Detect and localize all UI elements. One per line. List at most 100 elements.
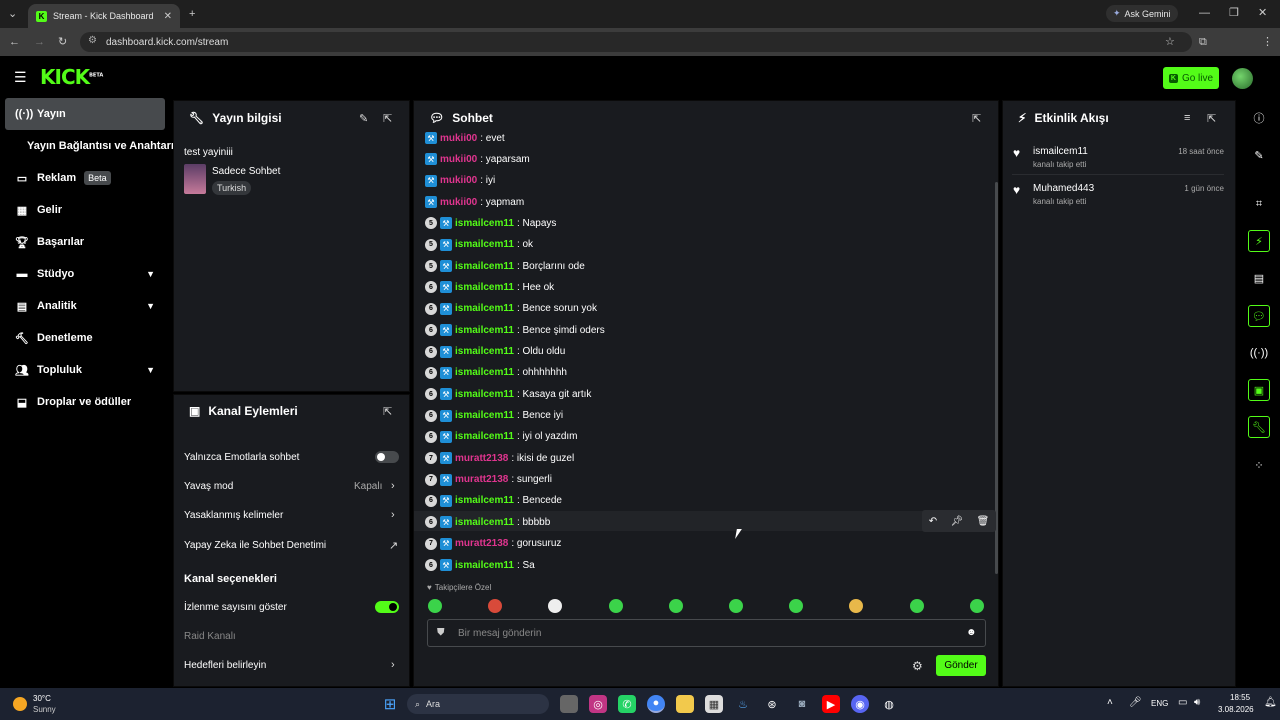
filter-icon[interactable]: ≡ bbox=[1184, 112, 1190, 124]
popout-icon[interactable]: ⇱ bbox=[1207, 112, 1216, 125]
chat-username[interactable]: muratt2138 bbox=[455, 453, 508, 464]
chat-username[interactable]: ismailcem11 bbox=[455, 495, 514, 506]
chat-username[interactable]: ismailcem11 bbox=[455, 303, 514, 314]
chat-username[interactable]: mukii00 bbox=[440, 154, 477, 165]
chat-username[interactable]: ismailcem11 bbox=[455, 218, 514, 229]
task-view-icon[interactable] bbox=[560, 695, 578, 713]
volume-icon[interactable]: 🔊︎ bbox=[1194, 697, 1200, 708]
taskbar-search[interactable]: ⌕ Ara bbox=[407, 694, 549, 714]
chat-message[interactable]: 7 ⚒ muratt2138: gorusuruz bbox=[425, 535, 561, 553]
chat-username[interactable]: ismailcem11 bbox=[455, 325, 514, 336]
notifications-icon[interactable]: 🔔︎ bbox=[1264, 697, 1277, 708]
chatgpt-icon[interactable]: ⊛ bbox=[763, 695, 781, 713]
url-field[interactable]: ⚙ dashboard.kick.com/stream bbox=[80, 32, 1192, 52]
chrome-icon[interactable]: ● bbox=[647, 695, 665, 713]
chat-message[interactable]: ⚒ mukii00: evet bbox=[425, 130, 505, 147]
chat-username[interactable]: mukii00 bbox=[440, 133, 477, 144]
new-tab-icon[interactable]: + bbox=[189, 7, 195, 21]
emote-icon[interactable] bbox=[729, 599, 743, 613]
chevron-right-icon[interactable]: › bbox=[391, 480, 395, 492]
external-link-icon[interactable]: ↗ bbox=[389, 539, 398, 552]
store-icon[interactable]: ▦ bbox=[705, 695, 723, 713]
window-close-icon[interactable]: ✕ bbox=[1258, 6, 1267, 20]
chat-settings-gear-icon[interactable]: ⚙ bbox=[912, 659, 923, 673]
send-button[interactable]: Gönder bbox=[936, 655, 986, 676]
chat-message[interactable]: ⚒ mukii00: iyi bbox=[425, 172, 495, 190]
tray-chevron-up-icon[interactable]: ˄ bbox=[1107, 697, 1113, 708]
microphone-icon[interactable]: 🎤︎ bbox=[1129, 697, 1142, 708]
activity-toggle-icon[interactable]: ⚡︎ bbox=[1248, 230, 1270, 252]
clock-date[interactable]: 3.08.2026 bbox=[1218, 705, 1254, 714]
chat-username[interactable]: ismailcem11 bbox=[455, 517, 514, 528]
chat-message[interactable]: 7 ⚒ muratt2138: sungerli bbox=[425, 471, 552, 489]
chat-username[interactable]: ismailcem11 bbox=[455, 560, 514, 571]
steam-icon[interactable]: ♨ bbox=[734, 695, 752, 713]
kick-logo[interactable]: KICKBETA bbox=[40, 65, 103, 89]
ai-moderation-label[interactable]: Yapay Zeka ile Sohbet Denetimi bbox=[184, 540, 326, 551]
chat-username[interactable]: ismailcem11 bbox=[455, 410, 514, 421]
hamburger-menu-icon[interactable]: ☰ bbox=[14, 69, 27, 86]
set-goals-label[interactable]: Hedefleri belirleyin bbox=[184, 660, 266, 671]
edit-icon[interactable]: ✎ bbox=[1248, 144, 1270, 166]
chat-message[interactable]: 5 ⚒ ismailcem11: Borçlarını ode bbox=[425, 257, 585, 275]
chat-message[interactable]: 6 ⚒ ismailcem11: Bencede bbox=[425, 492, 562, 510]
network-icon[interactable]: ▭ bbox=[1178, 697, 1187, 708]
bookmark-star-icon[interactable]: ☆ bbox=[1165, 35, 1175, 49]
chat-message[interactable]: 5 ⚒ ismailcem11: ok bbox=[425, 236, 533, 254]
sidebar-item-yayin[interactable]: ((·)) Yayın bbox=[5, 98, 165, 130]
sidebar-item-topluluk[interactable]: 👥︎ Topluluk ▼ bbox=[5, 354, 165, 386]
instagram-icon[interactable]: ◎ bbox=[589, 695, 607, 713]
sidebar-item-gelir[interactable]: ▦ Gelir bbox=[5, 194, 165, 226]
chevron-right-icon[interactable]: › bbox=[391, 659, 395, 671]
reply-icon[interactable]: ↶ bbox=[929, 516, 937, 527]
browser-menu-icon[interactable]: ⋮ bbox=[1262, 35, 1273, 49]
reload-icon[interactable]: ↻ bbox=[58, 35, 67, 49]
chat-message[interactable]: ⚒ mukii00: yapmam bbox=[425, 193, 524, 211]
popout-icon[interactable]: ⇱ bbox=[383, 405, 392, 418]
chat-message[interactable]: 6 ⚒ ismailcem11: Oldu oldu bbox=[425, 343, 565, 361]
info-icon[interactable]: ⓘ bbox=[1248, 107, 1270, 129]
chat-username[interactable]: mukii00 bbox=[440, 197, 477, 208]
show-viewer-count-toggle[interactable] bbox=[375, 601, 399, 613]
sidebar-item-basarilar[interactable]: 🏆︎ Başarılar bbox=[5, 226, 165, 258]
whatsapp-icon[interactable]: ✆ bbox=[618, 695, 636, 713]
chat-message[interactable]: 6 ⚒ ismailcem11: Hee ok bbox=[425, 278, 554, 296]
sidebar-item-denetleme[interactable]: 🔨︎ Denetleme bbox=[5, 322, 165, 354]
chat-username[interactable]: muratt2138 bbox=[455, 474, 508, 485]
chat-username[interactable]: ismailcem11 bbox=[455, 282, 514, 293]
chat-username[interactable]: ismailcem11 bbox=[455, 389, 514, 400]
chat-username[interactable]: ismailcem11 bbox=[455, 431, 514, 442]
delete-icon[interactable]: 🗑︎ bbox=[977, 516, 990, 527]
pin-icon[interactable]: 📌︎ bbox=[950, 516, 963, 527]
emote-icon[interactable] bbox=[608, 599, 623, 613]
chat-message[interactable]: 7 ⚒ muratt2138: ikisi de guzel bbox=[425, 449, 574, 467]
stream-info-toggle-icon[interactable]: 🔧︎ bbox=[1248, 416, 1270, 438]
activity-user[interactable]: ismailcem11 bbox=[1033, 146, 1088, 157]
chat-username[interactable]: ismailcem11 bbox=[455, 367, 514, 378]
chat-username[interactable]: ismailcem11 bbox=[455, 346, 514, 357]
windows-start-icon[interactable]: ⊞ bbox=[381, 695, 399, 713]
browser-tab[interactable]: K Stream - Kick Dashboard ✕ bbox=[28, 4, 180, 28]
chat-username[interactable]: ismailcem11 bbox=[455, 261, 514, 272]
sidebar-item-stream-key[interactable]: Yayın Bağlantısı ve Anahtarı bbox=[5, 130, 174, 162]
obs-icon[interactable]: ◍ bbox=[880, 695, 898, 713]
sun-weather-icon[interactable] bbox=[13, 697, 27, 711]
notes-icon[interactable]: ▤ bbox=[1248, 267, 1270, 289]
sidebar-item-reklam[interactable]: ▭ Reklam Beta bbox=[5, 162, 165, 194]
chat-message[interactable]: 6 ⚒ ismailcem11: iyi ol yazdım bbox=[425, 428, 578, 446]
minimize-icon[interactable]: — bbox=[1199, 6, 1210, 20]
chat-message[interactable]: 6 ⚒ ismailcem11: bbbbb bbox=[425, 513, 550, 531]
chevron-right-icon[interactable]: › bbox=[391, 509, 395, 521]
emoji-picker-icon[interactable]: ☻ bbox=[966, 627, 977, 638]
slow-mode-value[interactable]: Kapalı bbox=[354, 481, 382, 492]
chat-username[interactable]: mukii00 bbox=[440, 175, 477, 186]
user-avatar[interactable] bbox=[1232, 68, 1253, 89]
extensions-icon[interactable]: ⧉ bbox=[1199, 35, 1207, 49]
category-name[interactable]: Sadece Sohbet bbox=[212, 166, 280, 177]
forward-icon[interactable]: → bbox=[34, 35, 45, 49]
emote-only-toggle[interactable] bbox=[375, 451, 399, 463]
sidebar-item-analitik[interactable]: ▤ Analitik ▼ bbox=[5, 290, 165, 322]
chat-input[interactable]: ⛊ Bir mesaj gönderin ☻ bbox=[427, 619, 986, 647]
go-live-button[interactable]: K Go live bbox=[1163, 67, 1219, 89]
chat-message[interactable]: 6 ⚒ ismailcem11: Kasaya git artık bbox=[425, 385, 591, 403]
